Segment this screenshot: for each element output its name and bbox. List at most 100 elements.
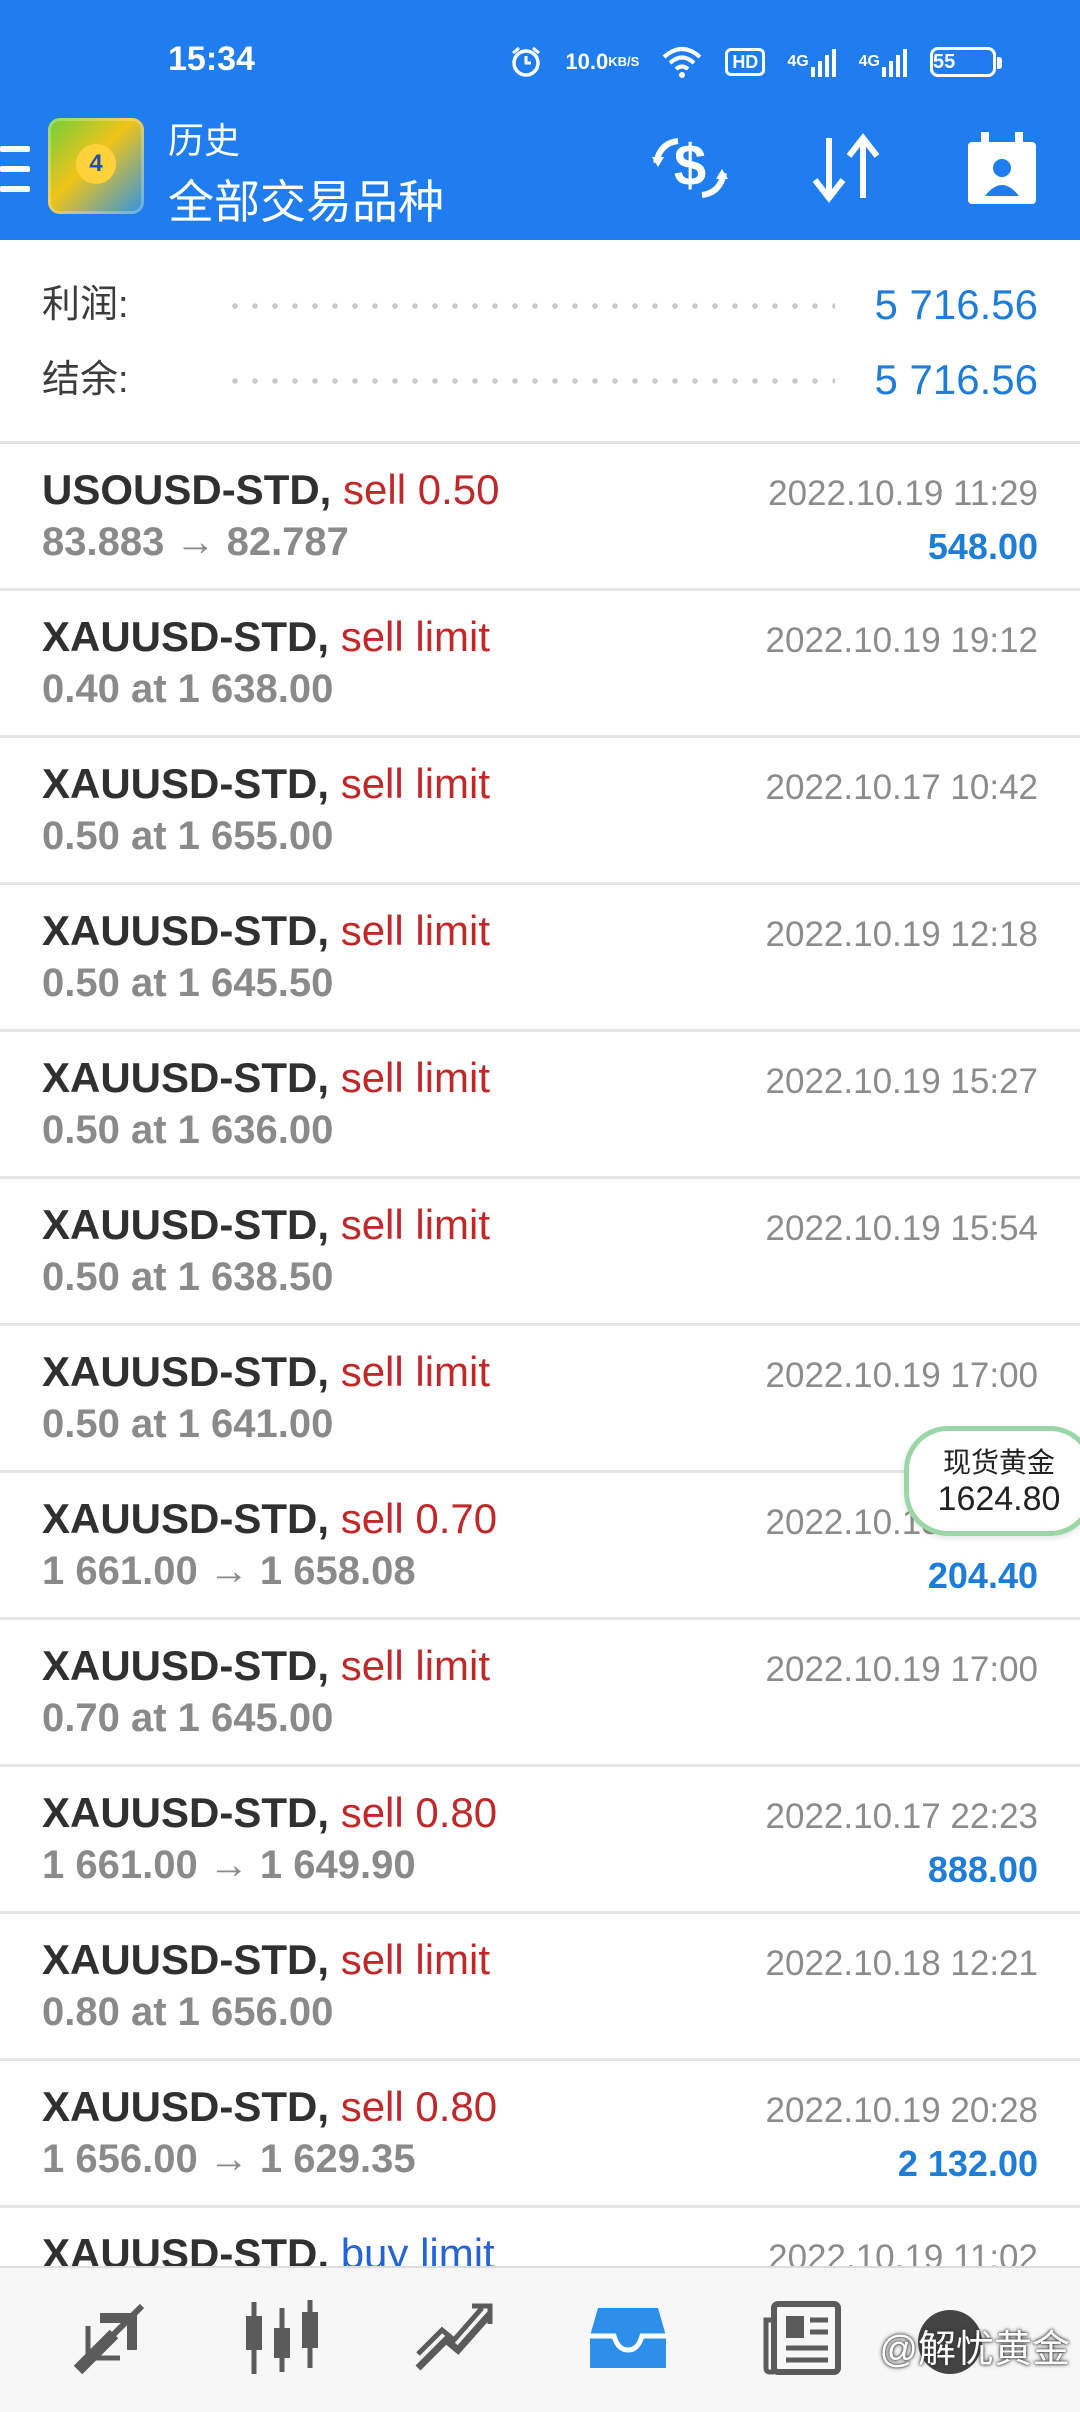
summary-panel: 利润: 5 716.56 结余: 5 716.56 bbox=[0, 240, 1080, 444]
sort-icon bbox=[807, 132, 885, 209]
trade-action: sell limit bbox=[340, 1642, 491, 1689]
trade-row[interactable]: XAUUSD-STD, sell limit 0.50 at 1 636.00 … bbox=[0, 1032, 1080, 1179]
trade-symbol: XAUUSD-STD, sell limit bbox=[42, 760, 490, 808]
trade-row[interactable]: XAUUSD-STD, sell limit 0.40 at 1 638.00 … bbox=[0, 591, 1080, 738]
trade-time: 2022.10.19 17:00 bbox=[765, 1356, 1038, 1395]
signal-icon-2: 4G bbox=[859, 47, 908, 77]
symbol-name: XAUUSD-STD, bbox=[42, 1642, 330, 1689]
trade-detail: 83.883 → 82.787 bbox=[42, 520, 349, 564]
menu-icon[interactable] bbox=[0, 146, 30, 192]
trade-action: sell 0.70 bbox=[340, 1495, 498, 1542]
profit-label: 利润: bbox=[42, 284, 129, 326]
trade-symbol: XAUUSD-STD, sell limit bbox=[42, 613, 490, 661]
currency-exchange-icon: $ bbox=[650, 133, 730, 208]
trade-action: sell limit bbox=[340, 760, 491, 807]
balance-value: 5 716.56 bbox=[874, 356, 1039, 403]
trade-row[interactable]: XAUUSD-STD, sell 0.80 1 661.00 → 1 649.9… bbox=[0, 1767, 1080, 1914]
trade-action: sell 0.80 bbox=[340, 2083, 498, 2130]
symbol-name: XAUUSD-STD, bbox=[42, 907, 330, 954]
trade-action: sell 0.50 bbox=[343, 466, 500, 513]
trade-detail: 0.50 at 1 636.00 bbox=[42, 1108, 334, 1152]
trade-detail: 1 661.00 → 1 658.08 bbox=[42, 1549, 416, 1593]
status-time: 15:34 bbox=[168, 40, 255, 78]
status-icons: 10.0 KB/S HD 4G 4G 55 bbox=[509, 38, 1002, 86]
balance-row: 结余: 5 716.56 bbox=[0, 350, 1080, 410]
trade-action: sell limit bbox=[340, 1936, 491, 1983]
symbol-name: XAUUSD-STD, bbox=[42, 1054, 330, 1101]
trade-row[interactable]: XAUUSD-STD, sell limit 0.70 at 1 645.00 … bbox=[0, 1620, 1080, 1767]
trade-row[interactable]: XAUUSD-STD, sell limit 0.50 at 1 638.50 … bbox=[0, 1179, 1080, 1326]
trade-row[interactable]: XAUUSD-STD, sell 0.80 1 656.00 → 1 629.3… bbox=[0, 2061, 1080, 2208]
symbol-name: XAUUSD-STD, bbox=[42, 1936, 330, 1983]
trade-symbol: XAUUSD-STD, sell 0.80 bbox=[42, 1789, 497, 1837]
trade-detail: 0.70 at 1 645.00 bbox=[42, 1696, 334, 1740]
net-speed: 10.0 KB/S bbox=[565, 49, 640, 74]
page-title: 历史 bbox=[168, 120, 241, 161]
trade-row[interactable]: XAUUSD-STD, sell limit 0.50 at 1 645.50 … bbox=[0, 885, 1080, 1032]
net-speed-unit: KB/S bbox=[608, 54, 640, 69]
hd-badge: HD bbox=[725, 48, 766, 76]
watermark: @解忧黄金 bbox=[879, 2329, 1070, 2371]
app-logo: 4 bbox=[48, 118, 144, 214]
nav-trade[interactable] bbox=[404, 2290, 504, 2390]
trade-detail: 0.50 at 1 655.00 bbox=[42, 814, 334, 858]
trade-symbol: USOUSD-STD, sell 0.50 bbox=[42, 466, 499, 514]
trade-detail: 1 656.00 → 1 629.35 bbox=[42, 2137, 416, 2181]
trade-time: 2022.10.19 11:29 bbox=[768, 474, 1038, 513]
gold-price-widget[interactable]: 现货黄金 1624.80 bbox=[904, 1426, 1080, 1536]
trade-symbol: XAUUSD-STD, sell limit bbox=[42, 1642, 490, 1690]
gold-widget-price: 1624.80 bbox=[937, 1480, 1061, 1518]
trade-action: sell limit bbox=[340, 1054, 491, 1101]
trade-action: sell limit bbox=[340, 613, 491, 660]
symbol-name: XAUUSD-STD, bbox=[42, 2083, 330, 2130]
symbol-name: XAUUSD-STD, bbox=[42, 613, 330, 660]
trade-time: 2022.10.19 19:12 bbox=[765, 621, 1038, 660]
trade-time: 2022.10.19 12:18 bbox=[765, 915, 1038, 954]
symbol-name: XAUUSD-STD, bbox=[42, 1201, 330, 1248]
profit-value: 5 716.56 bbox=[874, 281, 1039, 328]
net-speed-value: 10.0 bbox=[565, 49, 609, 74]
symbol-name: XAUUSD-STD, bbox=[42, 1789, 330, 1836]
trade-symbol: XAUUSD-STD, sell 0.80 bbox=[42, 2083, 497, 2131]
news-icon bbox=[762, 2300, 842, 2381]
trade-time: 2022.10.17 10:42 bbox=[765, 768, 1038, 807]
symbol-filter[interactable]: 全部交易品种 bbox=[168, 166, 444, 232]
trade-symbol: XAUUSD-STD, sell limit bbox=[42, 907, 490, 955]
trade-action: sell limit bbox=[340, 1348, 491, 1395]
trade-profit: 888.00 bbox=[927, 1849, 1038, 1890]
trade-action: sell limit bbox=[340, 1201, 491, 1248]
gold-widget-title: 现货黄金 bbox=[942, 1447, 1055, 1478]
signal-label-2: 4G bbox=[858, 53, 880, 70]
symbol-name: USOUSD-STD, bbox=[42, 466, 332, 513]
trade-detail: 0.40 at 1 638.00 bbox=[42, 667, 334, 711]
nav-history[interactable] bbox=[578, 2290, 678, 2390]
trade-icon bbox=[412, 2298, 496, 2383]
account-button[interactable] bbox=[960, 128, 1044, 212]
trade-symbol: XAUUSD-STD, sell 0.70 bbox=[42, 1495, 497, 1543]
trade-detail: 0.50 at 1 641.00 bbox=[42, 1402, 334, 1446]
dotted-leader bbox=[225, 378, 835, 384]
quotes-icon bbox=[70, 2298, 150, 2383]
trade-detail: 0.80 at 1 656.00 bbox=[42, 1990, 334, 2034]
trade-time: 2022.10.18 12:21 bbox=[765, 1944, 1038, 1983]
logo-badge: 4 bbox=[76, 144, 116, 184]
trade-action: sell limit bbox=[340, 907, 491, 954]
trade-row[interactable]: XAUUSD-STD, sell limit 0.80 at 1 656.00 … bbox=[0, 1914, 1080, 2061]
trade-row[interactable]: USOUSD-STD, sell 0.50 83.883 → 82.787 20… bbox=[0, 444, 1080, 591]
trade-symbol: XAUUSD-STD, sell limit bbox=[42, 1936, 490, 1984]
currency-exchange-button[interactable]: $ bbox=[648, 128, 732, 212]
trade-history-list: USOUSD-STD, sell 0.50 83.883 → 82.787 20… bbox=[0, 444, 1080, 2355]
trade-profit: 2 132.00 bbox=[897, 2143, 1038, 2184]
trade-time: 2022.10.19 17:00 bbox=[765, 1650, 1038, 1689]
nav-news[interactable] bbox=[752, 2290, 852, 2390]
trade-detail: 1 661.00 → 1 649.90 bbox=[42, 1843, 416, 1887]
trade-time: 2022.10.19 20:28 bbox=[765, 2091, 1038, 2130]
sort-button[interactable] bbox=[804, 128, 888, 212]
trade-time: 2022.10.19 15:54 bbox=[765, 1209, 1038, 1248]
alarm-icon bbox=[509, 45, 543, 79]
nav-chart[interactable] bbox=[232, 2290, 332, 2390]
trade-action: sell 0.80 bbox=[340, 1789, 498, 1836]
nav-quotes[interactable] bbox=[60, 2290, 160, 2390]
trade-row[interactable]: XAUUSD-STD, sell limit 0.50 at 1 655.00 … bbox=[0, 738, 1080, 885]
symbol-name: XAUUSD-STD, bbox=[42, 1348, 330, 1395]
